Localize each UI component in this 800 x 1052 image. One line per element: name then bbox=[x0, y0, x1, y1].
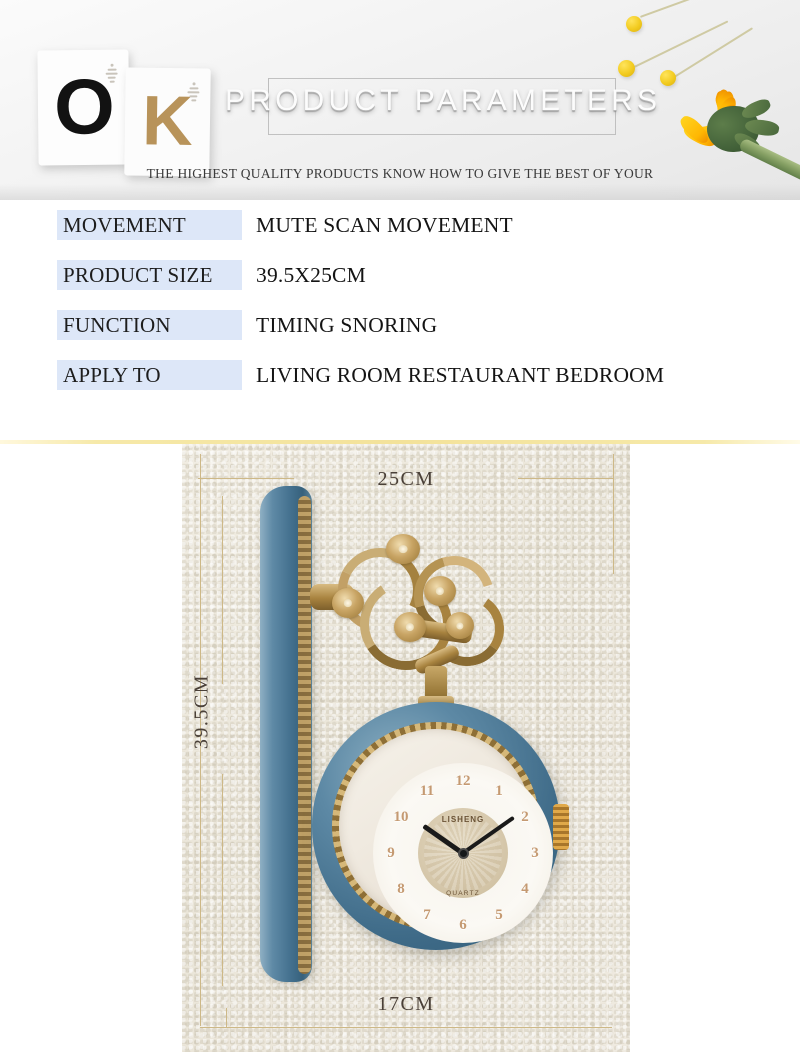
spec-value-apply-to: LIVING ROOM RESTAURANT BEDROOM bbox=[256, 362, 665, 387]
dimension-label-width: 25CM bbox=[377, 468, 435, 490]
letter-card-o: O bbox=[37, 49, 130, 166]
spec-label-movement: MOVEMENT bbox=[57, 210, 242, 240]
sunflower-icon bbox=[645, 82, 800, 200]
card-decoration-icon bbox=[186, 82, 200, 108]
clock-face: LISHENG QUARTZ 12 1 2 3 4 5 6 7 8 9 10 1… bbox=[373, 763, 553, 943]
clock-crown-knob bbox=[553, 804, 569, 850]
dimension-line-left bbox=[222, 496, 223, 684]
floral-ornament-icon bbox=[394, 612, 426, 642]
spec-row: FUNCTION TIMING SNORING bbox=[0, 300, 800, 350]
dimension-label-depth: 17CM bbox=[377, 993, 435, 1015]
clock-numeral: 5 bbox=[495, 907, 503, 923]
clock-numeral: 10 bbox=[393, 809, 409, 825]
card-decoration-icon bbox=[105, 63, 119, 90]
floral-ornament-icon bbox=[332, 588, 364, 618]
spec-row: APPLY TO LIVING ROOM RESTAURANT BEDROOM bbox=[0, 350, 800, 400]
dimension-line-left-2 bbox=[222, 774, 223, 986]
dimension-label-height: 39.5CM bbox=[190, 673, 213, 750]
page-subtitle: THE HIGHEST QUALITY PRODUCTS KNOW HOW TO… bbox=[146, 166, 654, 181]
clock-numeral: 7 bbox=[423, 907, 431, 923]
clock-body: LISHENG QUARTZ 12 1 2 3 4 5 6 7 8 9 10 1… bbox=[312, 702, 569, 950]
clock-numeral: 9 bbox=[387, 845, 395, 861]
spec-value-product-size: 39.5X25CM bbox=[256, 262, 366, 287]
letter-card-k: K bbox=[124, 67, 211, 177]
clock-numeral: 1 bbox=[495, 783, 503, 799]
clock-numeral: 3 bbox=[531, 845, 539, 861]
floral-ornament-icon bbox=[386, 534, 420, 564]
product-parameters-page: O K PRODUCT PARAMETERS THE HIGHEST QUALI… bbox=[0, 0, 800, 1052]
clock-bezel: LISHENG QUARTZ 12 1 2 3 4 5 6 7 8 9 10 1… bbox=[339, 729, 553, 943]
product-image: 25CM 39.5CM 17CM LISHENG QUARTZ 12 1 2 3… bbox=[182, 444, 630, 1052]
floral-ornament-icon bbox=[446, 612, 474, 639]
spec-value-function: TIMING SNORING bbox=[256, 312, 438, 337]
spec-label-product-size: PRODUCT SIZE bbox=[57, 260, 242, 290]
spec-row: PRODUCT SIZE 39.5X25CM bbox=[0, 250, 800, 300]
clock-numeral: 11 bbox=[419, 783, 435, 799]
clock-numeral: 4 bbox=[521, 881, 529, 897]
clock-center-cap bbox=[457, 847, 469, 859]
clock-numeral: 12 bbox=[455, 773, 471, 789]
dimension-line-inner-bottom bbox=[200, 1027, 612, 1028]
clock-numeral: 2 bbox=[521, 809, 529, 825]
clock-numeral: 8 bbox=[397, 881, 405, 897]
ornate-bracket-arm bbox=[302, 530, 514, 698]
spec-value-movement: MUTE SCAN MOVEMENT bbox=[256, 212, 513, 237]
header-banner: O K PRODUCT PARAMETERS THE HIGHEST QUALI… bbox=[0, 0, 800, 200]
page-title: PRODUCT PARAMETERS bbox=[225, 84, 662, 117]
spec-table: MOVEMENT MUTE SCAN MOVEMENT PRODUCT SIZE… bbox=[0, 200, 800, 400]
clock-numeral: 6 bbox=[459, 917, 467, 933]
spec-label-function: FUNCTION bbox=[57, 310, 242, 340]
spec-label-apply-to: APPLY TO bbox=[57, 360, 242, 390]
spec-row: MOVEMENT MUTE SCAN MOVEMENT bbox=[0, 200, 800, 250]
floral-ornament-icon bbox=[424, 576, 456, 606]
